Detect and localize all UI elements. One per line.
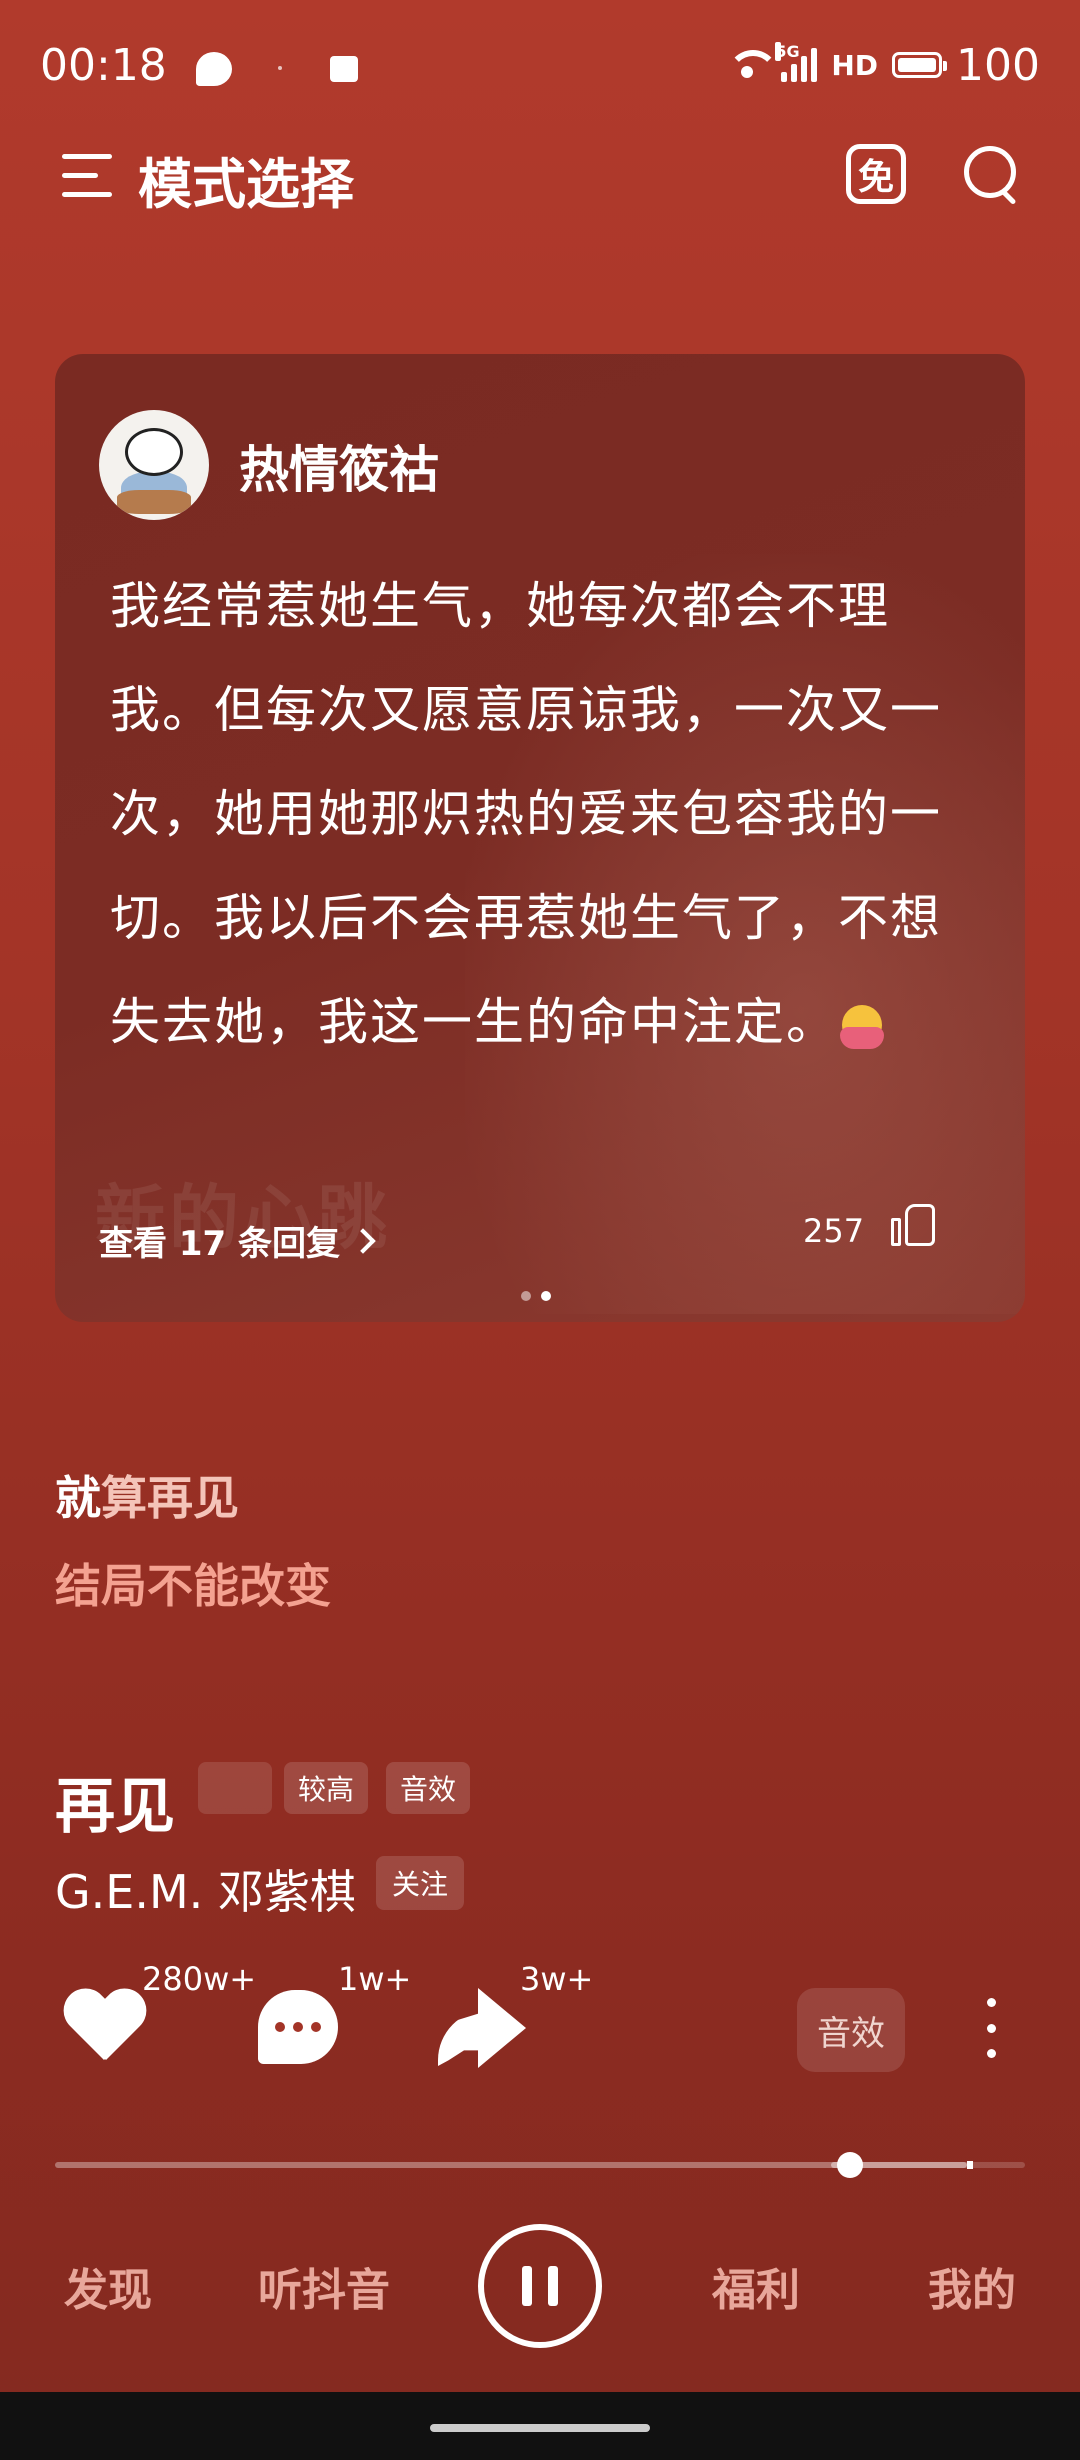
status-bar: 00:18 5G HD 100	[0, 0, 1080, 140]
briefcase-notification-icon	[330, 56, 358, 82]
lyric-line-next[interactable]: 结局不能改变	[55, 1550, 331, 1616]
mode-select-title[interactable]: 模式选择	[138, 140, 354, 219]
carousel-dots	[521, 1291, 551, 1301]
lyric-played-part: 就	[55, 1471, 101, 1525]
lyric-unplayed-part: 算再见	[101, 1471, 239, 1525]
view-replies-link[interactable]: 查看 17 条回复	[99, 1216, 376, 1265]
comment-text-content: 我经常惹她生气，她每次都会不理我。但每次又愿意原谅我，一次又一次，她用她那炽热的…	[110, 577, 942, 1051]
view-replies-label: 查看 17 条回复	[99, 1224, 340, 1264]
nav-benefits[interactable]: 福利	[712, 2254, 800, 2318]
like-count: 280w+	[142, 1960, 257, 1998]
free-mode-icon[interactable]: 免	[846, 144, 906, 204]
sound-effect-tag[interactable]: 音效	[386, 1762, 471, 1814]
hot-comment-card[interactable]: 新的心跳 热情筱祜 我经常惹她生气，她每次都会不理我。但每次又愿意原谅我，一次又…	[55, 354, 1025, 1322]
comment-text: 我经常惹她生气，她每次都会不理我。但每次又愿意原谅我，一次又一次，她用她那炽热的…	[110, 554, 990, 1074]
share-icon[interactable]	[438, 1988, 526, 2068]
comment-username[interactable]: 热情筱祜	[239, 430, 439, 502]
avatar[interactable]	[99, 410, 209, 520]
comment-count: 1w+	[338, 1960, 412, 1998]
lyric-line-current[interactable]: 就算再见	[55, 1462, 239, 1528]
wifi-icon	[727, 50, 780, 80]
status-time: 00:18	[40, 40, 167, 91]
battery-icon	[892, 52, 948, 78]
app-header: 模式选择 免	[0, 130, 1080, 220]
chevron-right-icon	[350, 1227, 376, 1254]
carousel-dot-active	[541, 1291, 551, 1301]
quality-tag[interactable]: 较高	[284, 1762, 369, 1814]
progress-played	[55, 2162, 851, 2168]
battery-level: 100	[956, 39, 1040, 91]
thumbs-up-icon[interactable]	[891, 1200, 939, 1248]
more-options-icon[interactable]	[985, 1998, 997, 2058]
hd-indicator: HD	[831, 48, 879, 82]
song-title[interactable]: 再见	[55, 1758, 175, 1845]
bottom-navigation: 发现 听抖音 福利 我的	[0, 2210, 1080, 2390]
pause-icon	[522, 2266, 558, 2306]
sound-effect-button[interactable]: 音效	[797, 1988, 905, 2072]
hugging-face-emoji-icon	[838, 1003, 884, 1049]
status-indicators: 5G HD 100	[727, 39, 1040, 91]
search-icon[interactable]	[964, 146, 1020, 202]
progress-buffer-mark	[966, 2161, 973, 2169]
menu-icon[interactable]	[62, 154, 112, 198]
like-heart-icon[interactable]	[62, 1990, 148, 2066]
nav-mine[interactable]: 我的	[928, 2254, 1016, 2318]
share-count: 3w+	[520, 1960, 594, 1998]
cellular-signal-icon: 5G	[775, 42, 818, 82]
follow-button[interactable]: 关注	[376, 1856, 465, 1910]
artist-name[interactable]: G.E.M. 邓紫棋	[55, 1856, 356, 1922]
nav-listen-douyin[interactable]: 听抖音	[258, 2254, 390, 2318]
comment-like-count: 257	[803, 1212, 865, 1250]
progress-handle[interactable]	[837, 2152, 864, 2178]
comment-icon[interactable]	[258, 1990, 338, 2064]
notification-dot-icon	[278, 66, 282, 70]
message-notification-icon	[196, 52, 232, 86]
network-type-label: 5G	[775, 42, 800, 61]
playback-progress-bar[interactable]	[55, 2152, 1025, 2178]
system-navigation-bar	[0, 2392, 1080, 2460]
quality-badge	[198, 1762, 272, 1814]
home-indicator[interactable]	[430, 2424, 650, 2432]
play-pause-button[interactable]	[478, 2224, 602, 2348]
carousel-dot	[521, 1291, 531, 1301]
nav-discover[interactable]: 发现	[64, 2254, 152, 2318]
